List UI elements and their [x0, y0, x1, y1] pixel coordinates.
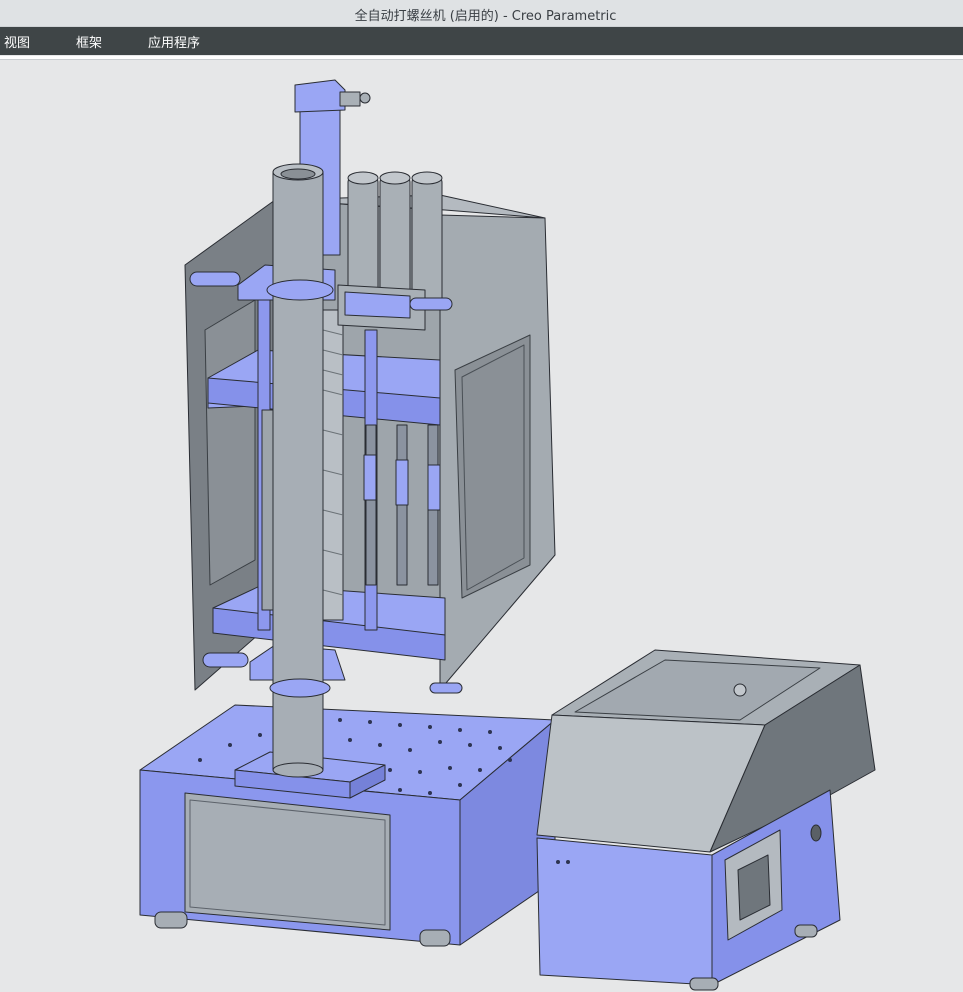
- graphics-viewport[interactable]: [0, 60, 963, 992]
- window-title: 全自动打螺丝机 (启用的) - Creo Parametric: [354, 9, 617, 24]
- menu-frame[interactable]: 框架: [72, 32, 106, 51]
- menu-bar: 视图 框架 应用程序: [0, 27, 963, 55]
- title-bar: 全自动打螺丝机 (启用的) - Creo Parametric: [0, 0, 963, 27]
- menu-view[interactable]: 视图: [0, 32, 34, 51]
- controlbox-front-lower: [536, 837, 713, 986]
- menu-applications[interactable]: 应用程序: [144, 32, 204, 51]
- cad-model-icon: [139, 79, 876, 991]
